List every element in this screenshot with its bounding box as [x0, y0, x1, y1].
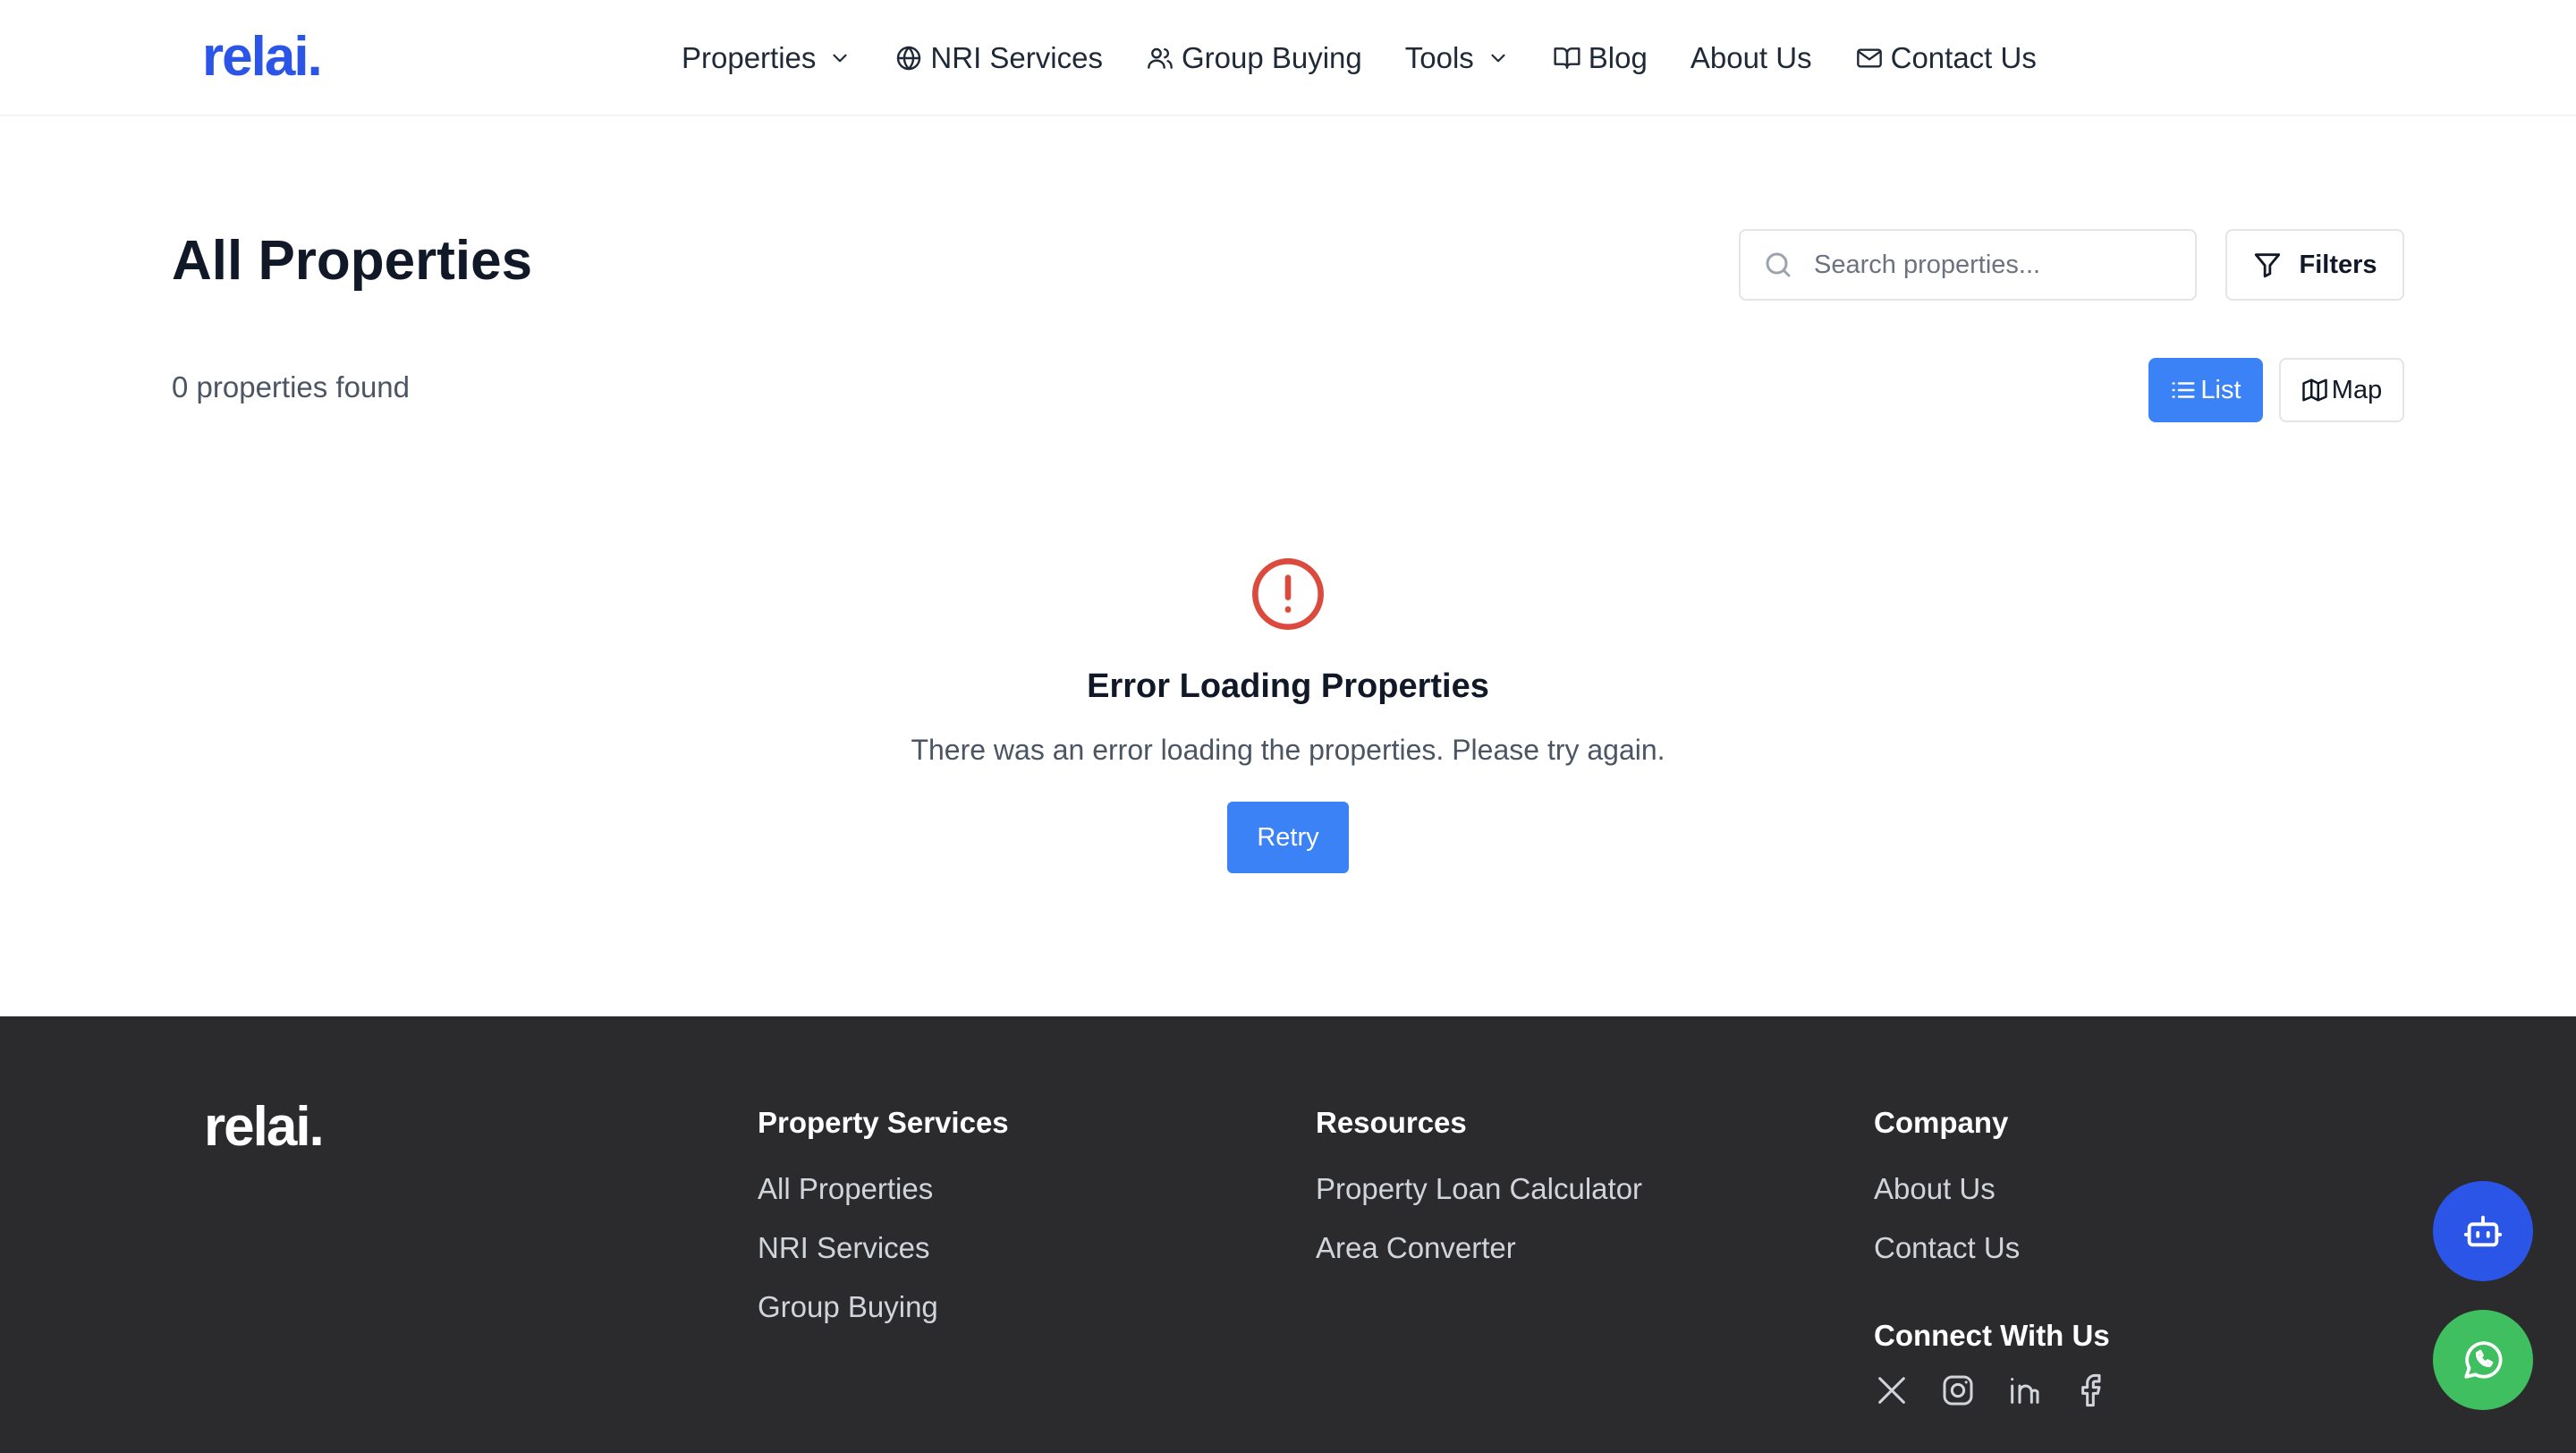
nav-nri-services[interactable]: NRI Services [894, 41, 1103, 75]
results-count: 0 properties found [172, 370, 411, 404]
nav-nri-services-label: NRI Services [930, 41, 1103, 74]
footer-link-about-us[interactable]: About Us [1874, 1172, 2020, 1206]
nav-blog-label: Blog [1588, 41, 1648, 74]
facebook-icon[interactable] [2072, 1372, 2108, 1408]
footer-link-nri-services[interactable]: NRI Services [758, 1231, 1009, 1265]
nav-blog[interactable]: Blog [1553, 41, 1648, 75]
chevron-down-icon [833, 54, 847, 63]
footer-heading: Company [1874, 1106, 2009, 1139]
connect-heading: Connect With Us [1874, 1319, 2110, 1352]
chatbot-button[interactable] [2433, 1181, 2533, 1281]
search-icon [1766, 252, 1791, 277]
retry-button[interactable]: Retry [1227, 802, 1349, 873]
search-box[interactable] [1739, 229, 2197, 301]
site-header: relai. Properties NRI Services Group Buy… [0, 0, 2576, 116]
footer-link-contact-us[interactable]: Contact Us [1874, 1231, 2020, 1265]
site-footer: relai. Property Services All Properties … [0, 1016, 2576, 1453]
x-icon[interactable] [1874, 1372, 1910, 1408]
nav-contact-us[interactable]: Contact Us [1855, 41, 2037, 75]
nav-about-us-label: About Us [1690, 41, 1812, 74]
globe-icon [897, 46, 921, 71]
footer-link-group-buying[interactable]: Group Buying [758, 1290, 1009, 1324]
map-view-label: Map [2331, 375, 2383, 404]
filters-label: Filters [2299, 250, 2377, 279]
footer-company: Company About Us Contact Us [1874, 1106, 2020, 1290]
map-view-button[interactable]: Map [2279, 358, 2404, 422]
nav-contact-us-label: Contact Us [1890, 41, 2037, 74]
list-view-label: List [2200, 375, 2241, 404]
footer-property-services: Property Services All Properties NRI Ser… [758, 1106, 1009, 1349]
error-title: Error Loading Properties [1087, 667, 1489, 705]
nav-properties[interactable]: Properties [682, 41, 852, 75]
instagram-icon[interactable] [1940, 1372, 1976, 1408]
list-icon [2172, 382, 2195, 398]
nav-tools[interactable]: Tools [1405, 41, 1510, 75]
nav-group-buying-label: Group Buying [1181, 41, 1362, 74]
footer-link-all-properties[interactable]: All Properties [758, 1172, 1009, 1206]
footer-logo[interactable]: relai. [204, 1095, 325, 1159]
whatsapp-button[interactable] [2433, 1310, 2533, 1410]
footer-link-area-converter[interactable]: Area Converter [1316, 1231, 1642, 1265]
site-logo[interactable]: relai. [202, 25, 323, 89]
map-icon [2302, 378, 2327, 402]
error-message: There was an error loading the propertie… [911, 734, 1665, 766]
social-links [1874, 1372, 2108, 1408]
filter-icon [2255, 253, 2281, 278]
footer-link-loan-calculator[interactable]: Property Loan Calculator [1316, 1172, 1642, 1206]
bot-icon [2463, 1215, 2503, 1247]
nav-about-us[interactable]: About Us [1690, 41, 1812, 75]
mail-icon [1856, 48, 1882, 68]
chevron-down-icon [1491, 54, 1505, 63]
nav-tools-label: Tools [1404, 41, 1474, 74]
linkedin-icon[interactable] [2006, 1372, 2042, 1408]
nav-properties-label: Properties [682, 41, 817, 74]
book-open-icon [1554, 47, 1580, 69]
nav-group-buying[interactable]: Group Buying [1146, 41, 1362, 75]
footer-resources: Resources Property Loan Calculator Area … [1316, 1106, 1642, 1290]
whatsapp-icon [2464, 1341, 2503, 1379]
footer-heading: Resources [1316, 1106, 1467, 1139]
page-title: All Properties [172, 230, 533, 292]
list-view-button[interactable]: List [2148, 358, 2263, 422]
footer-heading: Property Services [758, 1106, 1009, 1139]
users-icon [1148, 47, 1173, 69]
search-input[interactable] [1814, 250, 2172, 280]
filters-button[interactable]: Filters [2225, 229, 2404, 301]
alert-circle-icon [1252, 558, 1324, 630]
main-nav: Properties NRI Services Group Buying Too… [682, 0, 2037, 116]
